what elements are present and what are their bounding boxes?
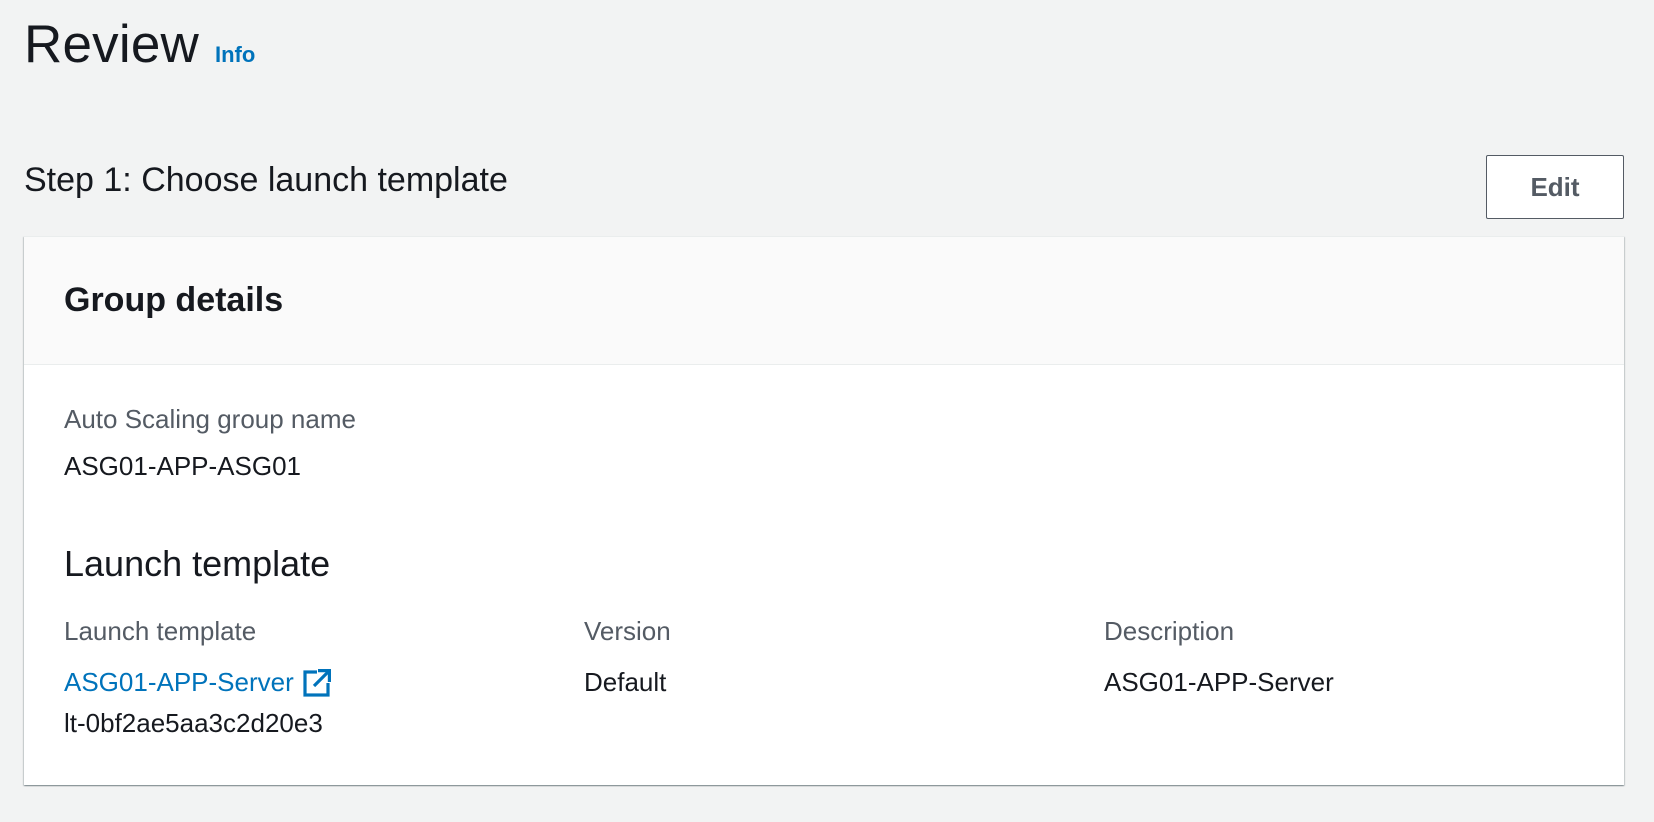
step-1-title: Step 1: Choose launch template	[24, 161, 508, 199]
asg-name-label: Auto Scaling group name	[64, 404, 356, 434]
launch-template-link-text: ASG01-APP-Server	[64, 667, 294, 697]
page-title: Review	[24, 15, 199, 74]
launch-template-link[interactable]: ASG01-APP-Server	[64, 667, 331, 698]
launch-template-label: Launch template	[64, 616, 257, 646]
step-1-header: Step 1: Choose launch template Edit	[24, 155, 1624, 219]
launch-template-id: lt-0bf2ae5aa3c2d20e3	[64, 708, 323, 738]
info-link[interactable]: Info	[215, 42, 255, 68]
version-value: Default	[584, 667, 667, 697]
external-link-icon	[303, 668, 331, 697]
version-column: Version Default	[584, 616, 671, 698]
group-details-panel: Group details Auto Scaling group name AS…	[24, 236, 1624, 785]
version-label: Version	[584, 616, 671, 646]
description-value: ASG01-APP-Server	[1104, 667, 1334, 697]
review-page: Review Info Step 1: Choose launch templa…	[0, 0, 1654, 822]
launch-template-section-title: Launch template	[64, 543, 331, 584]
panel-header: Group details	[24, 237, 1624, 365]
launch-template-column: Launch template ASG01-APP-Server lt-0bf2…	[64, 616, 331, 739]
group-details-title: Group details	[64, 281, 284, 319]
edit-button[interactable]: Edit	[1486, 155, 1624, 219]
page-header: Review Info	[24, 14, 255, 75]
asg-name-value: ASG01-APP-ASG01	[64, 451, 301, 481]
description-column: Description ASG01-APP-Server	[1104, 616, 1334, 698]
description-label: Description	[1104, 616, 1235, 646]
